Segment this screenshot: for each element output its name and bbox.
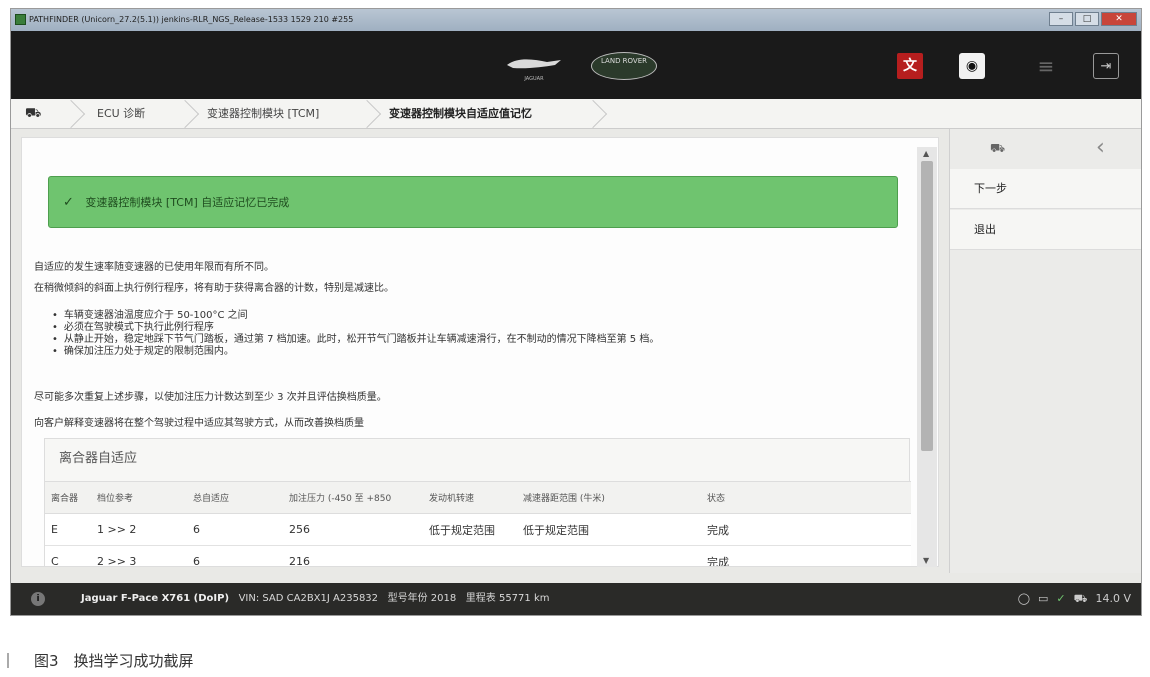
column-header: 加注压力 (-450 至 +850 <box>283 481 423 514</box>
instruction-list: 车辆变速器油温度应介于 50-100°C 之间 必须在驾驶模式下执行此例行程序 … <box>52 310 659 358</box>
next-step-button[interactable]: 下一步 <box>950 169 1141 209</box>
table-cell <box>517 545 701 566</box>
figure-caption: 图3 换挡学习成功截屏 <box>0 650 400 670</box>
window-controls: – □ ✕ <box>1049 12 1137 26</box>
table-cell: 低于规定范围 <box>423 513 517 546</box>
table-cell: 2 >> 3 <box>91 545 187 566</box>
vertical-scrollbar[interactable]: ▲ ▼ <box>917 147 937 567</box>
landrover-logo-text: LAND ROVER <box>600 57 648 65</box>
side-panel-header: ⛟ ‹ <box>950 129 1141 169</box>
table-cell: 6 <box>187 513 283 546</box>
column-header: 离合器 <box>45 481 91 514</box>
breadcrumb: ⛟ ECU 诊断 变速器控制模块 [TCM] 变速器控制模块自适应值记忆 <box>11 99 1141 129</box>
breadcrumb-separator <box>578 99 608 129</box>
caption-bar <box>7 653 9 668</box>
list-item: 从静止开始，稳定地踩下节气门踏板，通过第 7 档加速。此时，松开节气门踏板并让车… <box>52 334 659 346</box>
landrover-logo-icon: LAND ROVER <box>591 52 657 80</box>
column-header: 总自适应 <box>187 481 283 514</box>
camera-icon[interactable]: ◉ <box>959 53 985 79</box>
breadcrumb-tcm[interactable]: 变速器控制模块 [TCM] <box>207 99 319 129</box>
column-header: 发动机转速 <box>423 481 517 514</box>
table-cell: 完成 <box>701 545 911 566</box>
info-icon[interactable]: i <box>31 592 45 606</box>
info-paragraph: 在稍微倾斜的斜面上执行例行程序，将有助于获得离合器的计数，特别是减速比。 <box>34 283 394 294</box>
ok-check-icon: ✓ <box>1056 592 1066 605</box>
mileage-text: 里程表 55771 km <box>465 593 550 604</box>
clutch-adaptation-card: 离合器自适应 离合器 档位参考 总自适应 加注压力 (-450 至 +850 发… <box>44 438 911 566</box>
table-cell: 216 <box>283 545 423 566</box>
window-title: PATHFINDER (Unicorn_27.2(5.1)) jenkins-R… <box>29 15 354 24</box>
menu-icon[interactable]: ≡ <box>1033 53 1059 79</box>
breadcrumb-separator <box>352 99 382 129</box>
exit-button[interactable]: 退出 <box>950 210 1141 250</box>
app-icon <box>15 14 26 25</box>
battery-voltage: 14.0 V <box>1095 592 1131 605</box>
table-cell: 低于规定范围 <box>517 513 701 546</box>
table-row: C 2 >> 3 6 216 完成 <box>45 545 911 566</box>
info-paragraph: 向客户解释变速器将在整个驾驶过程中适应其驾驶方式，从而改善换档质量 <box>34 418 364 429</box>
table-cell: 完成 <box>701 513 911 546</box>
interface-icon: ▭ <box>1038 592 1049 605</box>
vehicle-status-icon: ⛟ <box>1073 592 1088 605</box>
vehicle-icon: ⛟ <box>990 141 1006 155</box>
table-cell: C <box>45 545 91 566</box>
breadcrumb-separator <box>170 99 200 129</box>
table-cell <box>423 545 517 566</box>
language-icon[interactable]: 文 <box>897 53 923 79</box>
maximize-button[interactable]: □ <box>1075 12 1099 26</box>
list-item: 车辆变速器油温度应介于 50-100°C 之间 <box>52 310 659 322</box>
table-cell: 1 >> 2 <box>91 513 187 546</box>
table-title: 离合器自适应 <box>59 451 138 466</box>
close-button[interactable]: ✕ <box>1101 12 1137 26</box>
vehicle-name: Jaguar F-Pace X761 (DoIP) <box>81 593 230 604</box>
caption-text: 图3 换挡学习成功截屏 <box>34 652 194 670</box>
vehicle-home-icon[interactable]: ⛟ <box>25 99 41 129</box>
info-paragraph: 自适应的发生速率随变速器的已使用年限而有所不同。 <box>34 262 274 273</box>
scroll-down-icon[interactable]: ▼ <box>923 556 929 565</box>
scrollbar-thumb[interactable] <box>921 161 933 451</box>
app-header: JAGUAR LAND ROVER 文 ◉ ≡ ⇥ <box>11 31 1141 99</box>
jaguar-logo-icon: JAGUAR <box>507 59 561 82</box>
column-header: 减速器距范围 (牛米) <box>517 481 701 514</box>
check-icon: ✓ <box>63 195 74 210</box>
success-message: 变速器控制模块 [TCM] 自适应记忆已完成 <box>85 196 290 209</box>
success-banner: ✓ 变速器控制模块 [TCM] 自适应记忆已完成 <box>48 176 898 228</box>
table-header-row: 离合器 档位参考 总自适应 加注压力 (-450 至 +850 发动机转速 减速… <box>45 481 911 514</box>
status-bar: i Jaguar F-Pace X761 (DoIP) VIN: SAD CA2… <box>11 583 1141 615</box>
model-year-text: 型号年份 2018 <box>387 593 457 604</box>
table-row: E 1 >> 2 6 256 低于规定范围 低于规定范围 完成 <box>45 513 911 546</box>
vin-text: VIN: SAD CA2BX1J A235832 <box>238 593 379 604</box>
svg-text:JAGUAR: JAGUAR <box>523 76 544 82</box>
column-header: 状态 <box>701 481 911 514</box>
application-window: PATHFINDER (Unicorn_27.2(5.1)) jenkins-R… <box>10 8 1142 616</box>
info-paragraph: 尽可能多次重复上述步骤，以使加注压力计数达到至少 3 次并且评估换档质量。 <box>34 392 387 403</box>
table-cell: E <box>45 513 91 546</box>
table-cell: 6 <box>187 545 283 566</box>
connection-icon: ◯ <box>1017 592 1031 605</box>
column-header: 档位参考 <box>91 481 187 514</box>
list-item: 必须在驾驶模式下执行此例行程序 <box>52 322 659 334</box>
list-item: 确保加注压力处于规定的限制范围内。 <box>52 346 659 358</box>
adaptation-table: 离合器 档位参考 总自适应 加注压力 (-450 至 +850 发动机转速 减速… <box>45 481 911 566</box>
breadcrumb-separator <box>56 99 86 129</box>
scroll-up-icon[interactable]: ▲ <box>923 149 929 158</box>
exit-icon[interactable]: ⇥ <box>1093 53 1119 79</box>
content-panel: ✓ 变速器控制模块 [TCM] 自适应记忆已完成 自适应的发生速率随变速器的已使… <box>21 137 939 567</box>
side-panel: ⛟ ‹ 下一步 退出 <box>949 129 1141 573</box>
status-indicators: ◯ ▭ ✓ ⛟ 14.0 V <box>1018 583 1131 615</box>
breadcrumb-ecu-diagnosis[interactable]: ECU 诊断 <box>97 99 145 129</box>
minimize-button[interactable]: – <box>1049 12 1073 26</box>
window-titlebar: PATHFINDER (Unicorn_27.2(5.1)) jenkins-R… <box>11 9 1141 31</box>
table-cell: 256 <box>283 513 423 546</box>
breadcrumb-current: 变速器控制模块自适应值记忆 <box>389 107 532 120</box>
collapse-chevron-icon[interactable]: ‹ <box>1096 135 1105 160</box>
vehicle-info: Jaguar F-Pace X761 (DoIP) VIN: SAD CA2BX… <box>81 583 549 615</box>
